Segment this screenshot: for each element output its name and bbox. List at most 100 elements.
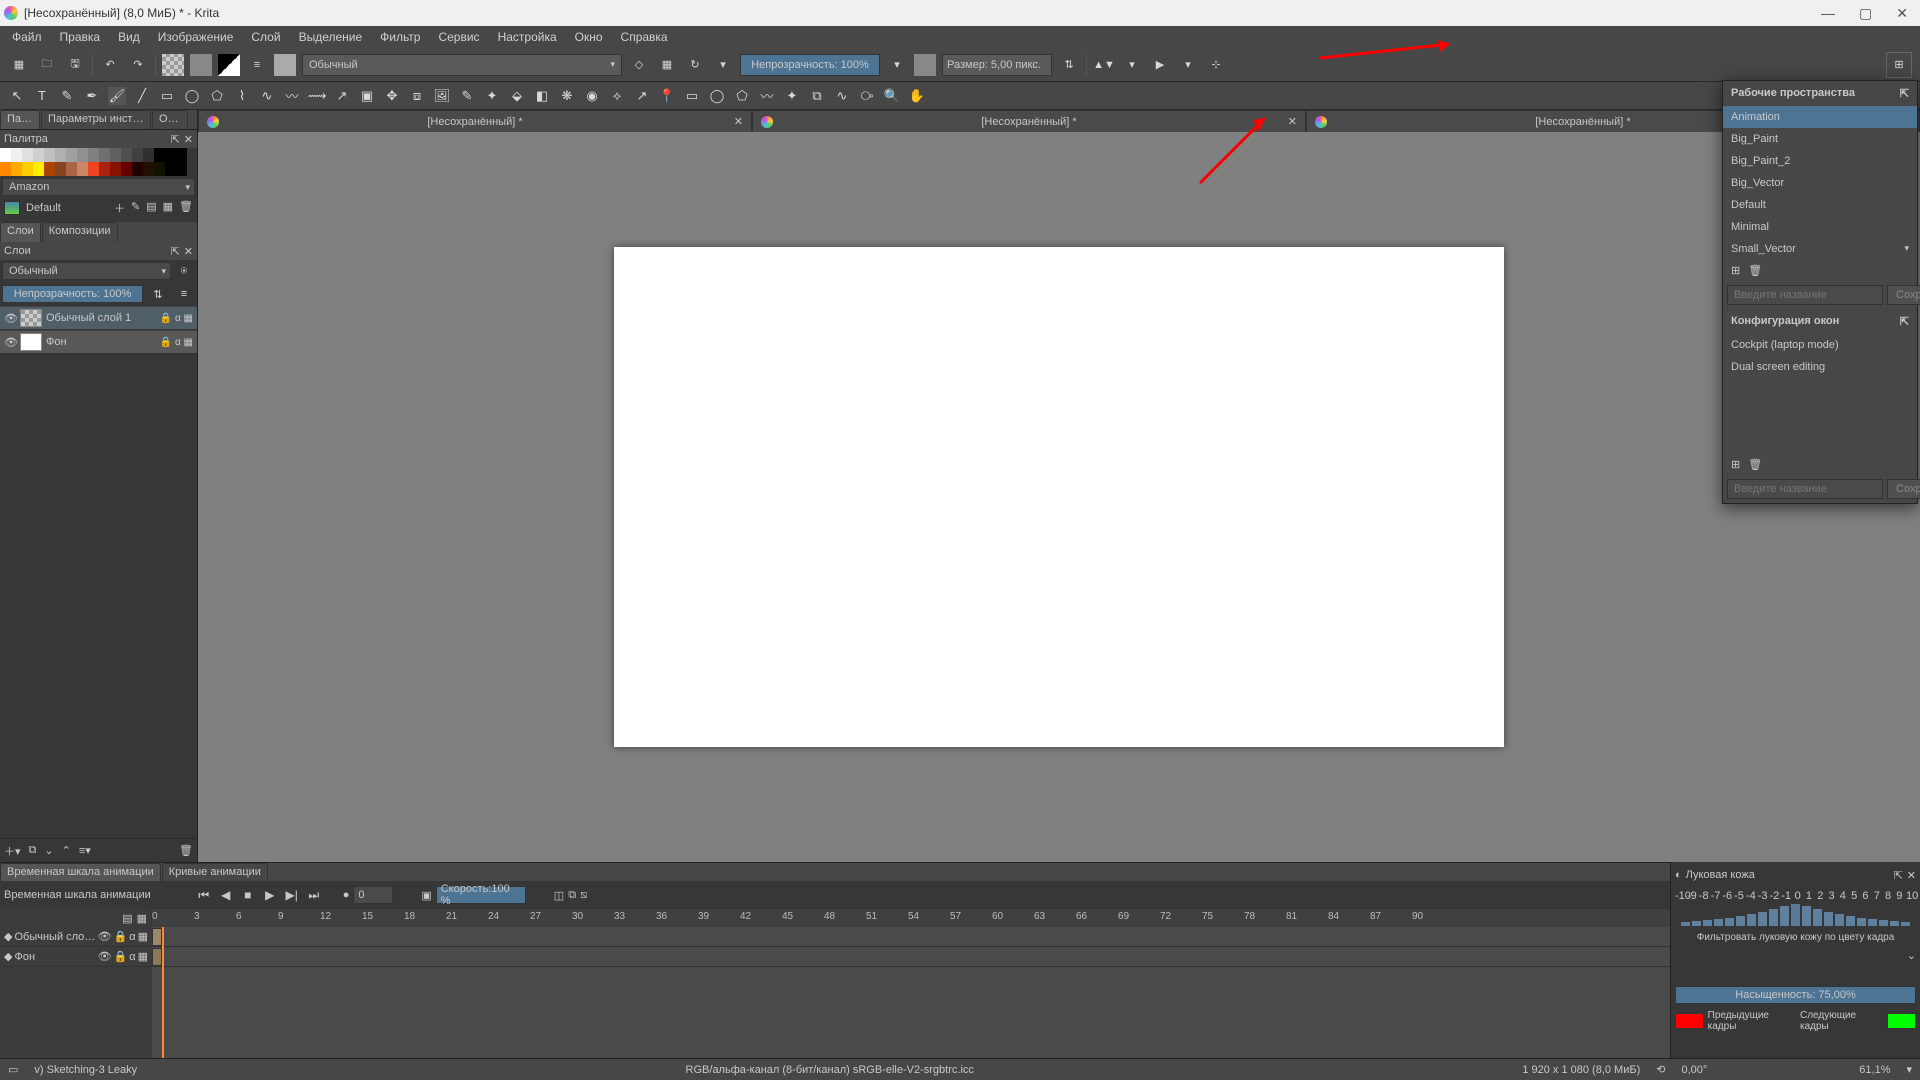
config-save-button[interactable]: Сохранить: [1887, 479, 1920, 499]
pattern-swatch[interactable]: [162, 54, 184, 76]
tool-pan[interactable]: ✋: [908, 87, 926, 105]
palette-color[interactable]: [77, 148, 88, 162]
close-tab-icon[interactable]: ✕: [734, 115, 743, 128]
config-delete-icon[interactable]: 🗑: [1748, 458, 1762, 471]
alpha-lock-button[interactable]: ▦: [656, 54, 678, 76]
duplicate-layer-button[interactable]: ⧉: [29, 844, 37, 857]
new-doc-button[interactable]: ▦: [8, 54, 30, 76]
tool-sel-ellipse[interactable]: ◯: [708, 87, 726, 105]
mirror-v-button[interactable]: ▶: [1149, 54, 1171, 76]
pal-grid-a-icon[interactable]: ▤: [146, 200, 156, 216]
palette-color[interactable]: [88, 148, 99, 162]
stop-button[interactable]: ■: [239, 886, 257, 904]
detach-icon[interactable]: ⇱: [1900, 87, 1909, 100]
lock-icon[interactable]: 🔒 α ▦: [160, 337, 193, 348]
visibility-icon[interactable]: 👁: [4, 336, 16, 349]
move-down-button[interactable]: ⌄: [44, 844, 53, 857]
palette-grid[interactable]: [0, 148, 197, 176]
reload-brush-button[interactable]: ↻: [684, 54, 706, 76]
delete-layer-button[interactable]: 🗑: [179, 844, 193, 857]
tool-bezier[interactable]: ∿: [258, 87, 276, 105]
tool-ellipse[interactable]: ◯: [183, 87, 201, 105]
zoom-dropdown-icon[interactable]: ▾: [1906, 1063, 1912, 1076]
canvas-page[interactable]: [614, 247, 1504, 747]
brush-size-input[interactable]: Размер: 5,00 пикс.: [942, 54, 1052, 76]
workspace-save-button[interactable]: Сохранить: [1887, 285, 1920, 305]
doc-tab-1[interactable]: [Несохранённый] *✕: [198, 110, 752, 132]
palette-color[interactable]: [99, 162, 110, 176]
tab-timeline[interactable]: Временная шкала анимации: [0, 863, 161, 881]
onion-icon[interactable]: α: [129, 951, 135, 963]
layer-menu-icon[interactable]: ≡: [173, 283, 195, 305]
doc-tab-2[interactable]: [Несохранённый] *✕: [752, 110, 1306, 132]
tool-line[interactable]: ╱: [133, 87, 151, 105]
menu-edit[interactable]: Правка: [52, 28, 109, 46]
onion-saturation-slider[interactable]: Насыщенность: 75,00%: [1675, 986, 1916, 1004]
menu-settings[interactable]: Настройка: [490, 28, 565, 46]
float-icon[interactable]: ⇱: [171, 133, 180, 146]
tool-smart-patch[interactable]: ✦: [483, 87, 501, 105]
layer-row-2[interactable]: 👁 Фон 🔒 α ▦: [0, 330, 197, 354]
palette-color[interactable]: [55, 148, 66, 162]
gradient-button[interactable]: ≡: [246, 54, 268, 76]
prev-color-swatch[interactable]: [1675, 1013, 1704, 1029]
dropdown-small[interactable]: ▾: [712, 54, 734, 76]
palette-color[interactable]: [176, 148, 187, 162]
size-stepper[interactable]: ⇅: [1058, 54, 1080, 76]
opacity-slider[interactable]: Непрозрачность: 100%: [740, 54, 880, 76]
close-icon[interactable]: ✕: [1907, 869, 1916, 882]
menu-image[interactable]: Изображение: [150, 28, 242, 46]
play-button[interactable]: ▶: [261, 886, 279, 904]
tool-multibrush[interactable]: ↗: [333, 87, 351, 105]
palette-color[interactable]: [165, 148, 176, 162]
tool-move[interactable]: ✥: [383, 87, 401, 105]
close-tab-icon[interactable]: ✕: [1288, 115, 1297, 128]
tool-zoom[interactable]: 🔍: [883, 87, 901, 105]
tool-reference[interactable]: 🖼: [433, 87, 451, 105]
status-zoom[interactable]: 61,1%: [1859, 1064, 1890, 1076]
brush-preset[interactable]: [274, 54, 296, 76]
lock-icon[interactable]: 🔒: [114, 930, 128, 943]
tool-deform[interactable]: ◉: [583, 87, 601, 105]
dock-tab-overview[interactable]: Об...: [152, 110, 188, 129]
visibility-icon[interactable]: 👁: [98, 930, 112, 943]
workspace-item[interactable]: Minimal: [1723, 216, 1917, 238]
window-config-item[interactable]: Dual screen editing: [1723, 356, 1917, 378]
selection-mode-icon[interactable]: ▭: [8, 1063, 18, 1076]
next-color-swatch[interactable]: [1887, 1013, 1916, 1029]
workspace-item[interactable]: Big_Paint: [1723, 128, 1917, 150]
open-button[interactable]: 🗀: [36, 54, 58, 76]
skip-end-button[interactable]: ⏭: [305, 886, 323, 904]
tool-assistant[interactable]: ⟡: [608, 87, 626, 105]
tl-col-icon-b[interactable]: ▦: [137, 912, 147, 925]
onion-icon[interactable]: α: [129, 931, 135, 943]
tab-compositions[interactable]: Композиции: [42, 222, 118, 242]
tl-btn-c[interactable]: ⧅: [580, 889, 587, 902]
undo-button[interactable]: ↶: [99, 54, 121, 76]
dock-tab-tool-options[interactable]: Параметры инструмен...: [41, 110, 151, 129]
skip-start-button[interactable]: ⏮: [195, 886, 213, 904]
speed-input[interactable]: Скорость:100 %: [436, 886, 526, 904]
palette-color[interactable]: [132, 162, 143, 176]
maximize-button[interactable]: ▢: [1859, 5, 1872, 22]
tool-polyline[interactable]: ⌇: [233, 87, 251, 105]
palette-color[interactable]: [143, 148, 154, 162]
palette-color[interactable]: [55, 162, 66, 176]
color-icon[interactable]: ▦: [138, 930, 148, 943]
palette-color[interactable]: [33, 162, 44, 176]
pal-delete-icon[interactable]: 🗑: [179, 200, 193, 216]
workspace-add-icon[interactable]: ⊞: [1731, 264, 1740, 277]
config-add-icon[interactable]: ⊞: [1731, 458, 1740, 471]
menu-layer[interactable]: Слой: [243, 28, 288, 46]
menu-file[interactable]: Файл: [4, 28, 50, 46]
palette-color[interactable]: [0, 148, 11, 162]
pal-grid-b-icon[interactable]: ▦: [163, 200, 173, 216]
mirror-h-dd[interactable]: ▾: [1121, 54, 1143, 76]
palette-color[interactable]: [121, 162, 132, 176]
tool-freehand-path[interactable]: 〰: [283, 87, 301, 105]
tool-rect[interactable]: ▭: [158, 87, 176, 105]
palette-color[interactable]: [110, 148, 121, 162]
layer-opacity-stepper[interactable]: ⇅: [147, 283, 169, 305]
move-up-button[interactable]: ⌃: [62, 844, 71, 857]
redo-button[interactable]: ↷: [127, 54, 149, 76]
